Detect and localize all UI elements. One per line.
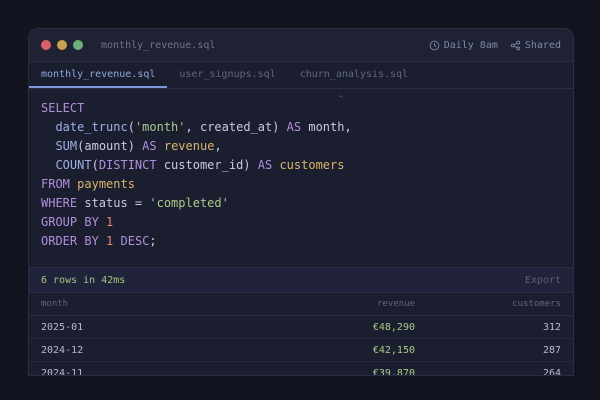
- code-token: ,: [214, 139, 222, 153]
- code-token: , created_at): [185, 120, 287, 134]
- code-token: (amount): [77, 139, 143, 153]
- window-controls: [41, 40, 83, 50]
- file-tabs: monthly_revenue.sql user_signups.sql chu…: [29, 62, 573, 89]
- code-token: 'month': [134, 120, 186, 134]
- results-header-row: month revenue customers: [29, 293, 573, 316]
- window-title: monthly_revenue.sql: [101, 39, 216, 51]
- titlebar-actions: Daily 8am Shared: [429, 29, 561, 61]
- code-token: DISTINCT: [98, 158, 157, 172]
- code-line: WHERE status = 'completed': [29, 194, 573, 213]
- table-row[interactable]: 2024-12 €42,150 287: [29, 338, 573, 362]
- code-token: payments: [77, 177, 135, 191]
- code-line: GROUP BY 1: [29, 213, 573, 232]
- query-status-bar: 6 rows in 42ms Export: [29, 267, 573, 293]
- code-token: GROUP BY: [41, 215, 99, 229]
- cell-customers: 312: [427, 315, 573, 339]
- code-token: ORDER BY: [41, 234, 99, 248]
- maximize-window-button[interactable]: [73, 40, 83, 50]
- code-line: COUNT(DISTINCT customer_id) AS customers: [29, 156, 573, 175]
- code-token: customers: [279, 158, 345, 172]
- table-row[interactable]: 2025-01 €48,290 312: [29, 315, 573, 339]
- clock-icon: [429, 40, 440, 50]
- share-icon: [510, 40, 521, 50]
- cell-customers: 287: [427, 338, 573, 362]
- code-token: SUM: [55, 139, 78, 153]
- code-line: ORDER BY 1 DESC;: [29, 232, 573, 251]
- code-token: 1: [106, 215, 114, 229]
- code-token: ;: [149, 234, 157, 248]
- column-header-revenue[interactable]: revenue: [273, 293, 427, 316]
- schedule-button[interactable]: Daily 8am: [429, 40, 498, 51]
- column-header-month[interactable]: month: [29, 293, 273, 316]
- code-line: FROM payments: [29, 175, 573, 194]
- schedule-label: Daily 8am: [443, 39, 498, 51]
- minimize-window-button[interactable]: [57, 40, 67, 50]
- cell-month: 2025-01: [29, 315, 273, 339]
- sql-editor-window: monthly_revenue.sql Daily 8am Shared mon…: [28, 28, 574, 376]
- code-token: date_trunc: [55, 120, 128, 134]
- code-token: revenue: [163, 139, 215, 153]
- code-token: COUNT: [55, 158, 92, 172]
- cell-month: 2024-11: [29, 361, 273, 375]
- tab-monthly-revenue[interactable]: monthly_revenue.sql: [29, 62, 168, 88]
- share-label: Shared: [524, 39, 561, 51]
- close-window-button[interactable]: [41, 40, 51, 50]
- code-token: FROM: [41, 177, 70, 191]
- cell-month: 2024-12: [29, 338, 273, 362]
- code-token: (: [127, 120, 135, 134]
- scroll-marker: ▬: [339, 93, 343, 100]
- cell-revenue: €42,150: [273, 338, 427, 362]
- cell-revenue: €48,290: [273, 315, 427, 339]
- code-token: AS: [142, 139, 157, 153]
- code-token: AS: [286, 120, 302, 134]
- query-status-text: 6 rows in 42ms: [41, 274, 126, 286]
- results-table: month revenue customers 2025-01 €48,290 …: [29, 293, 573, 375]
- code-token: SELECT: [41, 101, 85, 115]
- code-token: status =: [77, 196, 150, 210]
- code-token: AS: [257, 158, 273, 172]
- cell-revenue: €39,870: [273, 361, 427, 375]
- code-line: date_trunc('month', created_at) AS month…: [29, 118, 573, 137]
- code-line: SELECT: [29, 99, 573, 118]
- column-header-customers[interactable]: customers: [427, 293, 573, 316]
- code-token: customer_id): [156, 158, 258, 172]
- code-token: month,: [301, 120, 352, 134]
- tab-user-signups[interactable]: user_signups.sql: [167, 62, 287, 88]
- cell-customers: 264: [427, 361, 573, 375]
- code-token: WHERE: [41, 196, 78, 210]
- share-button[interactable]: Shared: [510, 40, 561, 51]
- code-token: 'completed': [149, 196, 229, 210]
- table-row[interactable]: 2024-11 €39,870 264: [29, 361, 573, 375]
- code-line: SUM(amount) AS revenue,: [29, 137, 573, 156]
- export-button[interactable]: Export: [525, 275, 561, 286]
- code-token: DESC: [120, 234, 150, 248]
- tab-churn-analysis[interactable]: churn_analysis.sql: [288, 62, 420, 88]
- code-token: (: [91, 158, 99, 172]
- sql-code-editor[interactable]: ▬ SELECT date_trunc('month', created_at)…: [29, 89, 573, 267]
- title-bar: monthly_revenue.sql Daily 8am Shared: [29, 29, 573, 62]
